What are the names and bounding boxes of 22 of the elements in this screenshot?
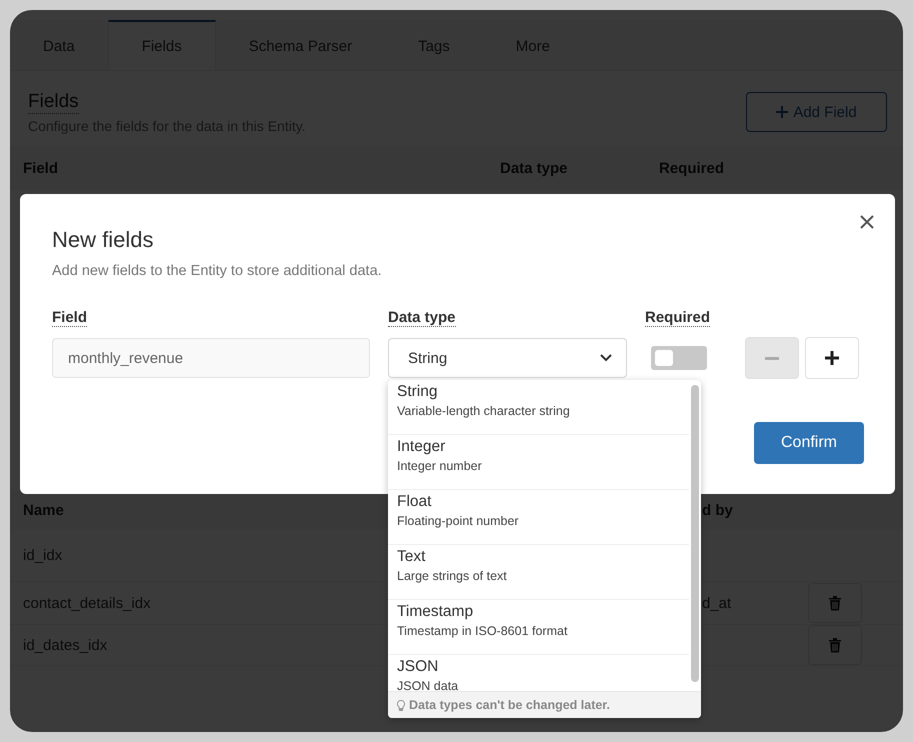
close-icon[interactable]	[859, 214, 875, 230]
dropdown-option[interactable]: String Variable-length character string	[388, 380, 689, 435]
plus-icon	[825, 351, 839, 365]
field-label: Field	[52, 309, 88, 327]
dialog-description: Add new fields to the Entity to store additional data.	[52, 263, 383, 279]
dialog-title: New fields	[52, 227, 154, 253]
hint-text: Data types can't be changed later.	[409, 698, 610, 712]
field-label: Data type	[388, 309, 456, 327]
chevron-down-icon	[600, 354, 612, 362]
scrollbar[interactable]	[691, 385, 699, 682]
lightbulb-icon	[397, 700, 405, 710]
minus-icon	[765, 356, 779, 360]
dropdown-option[interactable]: Integer Integer number	[388, 435, 689, 490]
dropdown-option[interactable]: Timestamp Timestamp in ISO-8601 format	[388, 600, 689, 655]
confirm-button[interactable]: Confirm	[754, 422, 864, 464]
add-row-button[interactable]	[805, 337, 859, 379]
data-type-select[interactable]: String	[388, 338, 627, 378]
dropdown-option[interactable]: Text Large strings of text	[388, 545, 689, 600]
dropdown-option[interactable]: Float Floating-point number	[388, 490, 689, 545]
field-name-input[interactable]: monthly_revenue	[52, 338, 370, 378]
required-toggle[interactable]	[651, 346, 707, 370]
field-label: Required	[645, 309, 710, 327]
